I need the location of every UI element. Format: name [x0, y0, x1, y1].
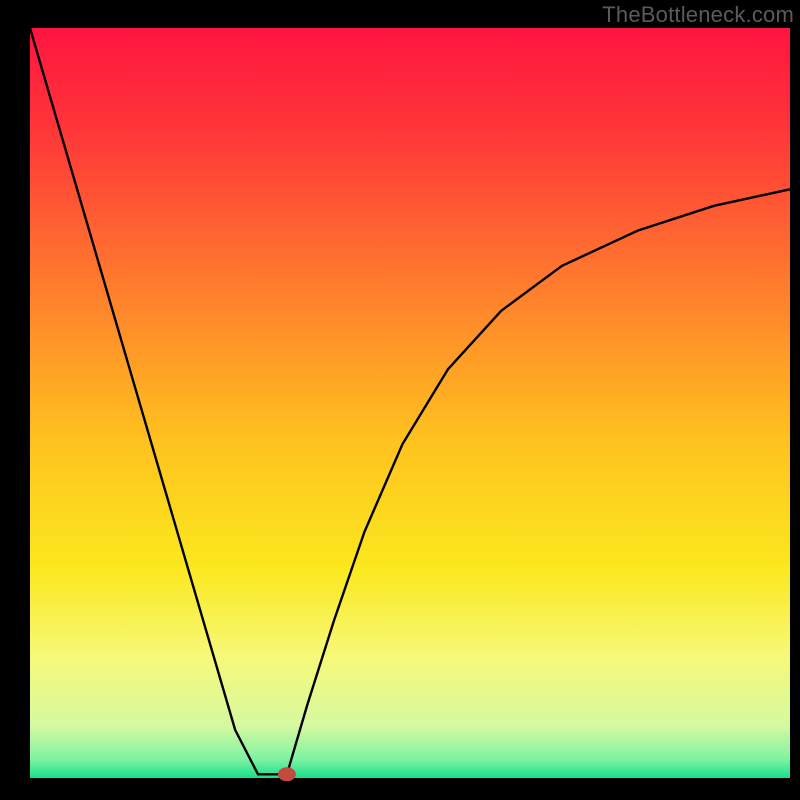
- watermark-text: TheBottleneck.com: [602, 2, 794, 28]
- chart-frame: TheBottleneck.com: [0, 0, 800, 800]
- optimal-point-marker: [278, 767, 296, 781]
- chart-plot: [0, 0, 800, 800]
- plot-background: [30, 28, 790, 778]
